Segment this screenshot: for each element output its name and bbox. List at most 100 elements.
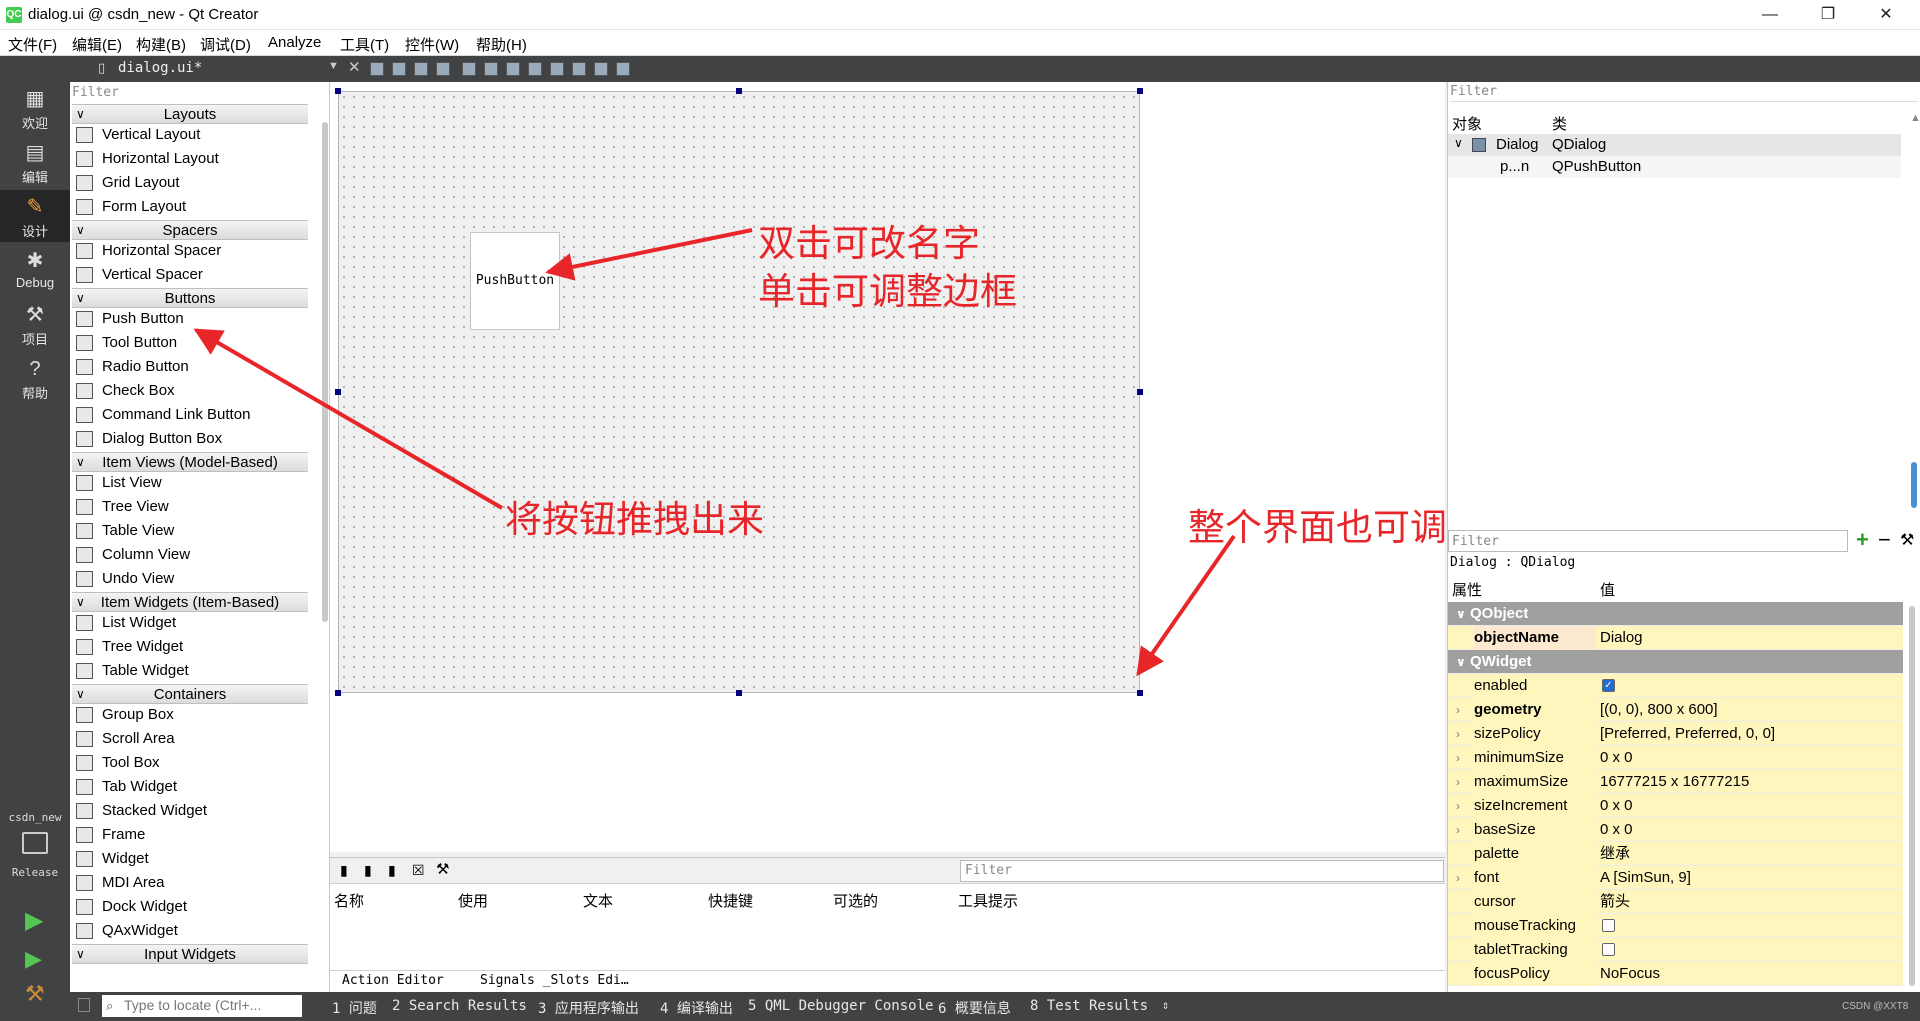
property-checkbox[interactable]: ✓: [1602, 679, 1615, 692]
property-list: ∨ QObject objectName Dialog ∨ QWidget enabled ✓…: [1448, 602, 1903, 992]
property-row[interactable]: › minimumSize 0 x 0: [1448, 746, 1903, 770]
property-row[interactable]: enabled ✓: [1448, 674, 1903, 698]
property-name: sizeIncrement: [1474, 794, 1596, 818]
col-class[interactable]: 类: [1552, 113, 1567, 134]
property-filter-input[interactable]: Filter: [1448, 530, 1848, 552]
property-group[interactable]: ∨ QObject: [1448, 602, 1903, 626]
status-bar: Type to locate (Ctrl+... ⌕ 1 问题 2 Search…: [70, 992, 1920, 1021]
chevron-right-icon[interactable]: ›: [1456, 866, 1460, 890]
property-value[interactable]: 0 x 0: [1600, 746, 1633, 770]
property-value[interactable]: 16777215 x 16777215: [1600, 770, 1749, 794]
property-value[interactable]: NoFocus: [1600, 962, 1660, 986]
property-value[interactable]: [(0, 0), 800 x 600]: [1600, 698, 1718, 722]
property-value[interactable]: 0 x 0: [1600, 818, 1633, 842]
col-text[interactable]: 文本: [583, 890, 613, 911]
property-name: cursor: [1474, 890, 1596, 914]
configure-action-icon[interactable]: ⚒: [436, 860, 449, 878]
add-property-icon[interactable]: +: [1856, 527, 1869, 553]
locator-input[interactable]: Type to locate (Ctrl+...: [102, 995, 302, 1017]
col-tooltip[interactable]: 工具提示: [958, 890, 1018, 911]
property-row[interactable]: focusPolicy NoFocus: [1448, 962, 1903, 986]
tab-action-editor[interactable]: Action Editor: [342, 973, 444, 988]
scroll-up-icon[interactable]: ▲: [1910, 112, 1920, 124]
property-row[interactable]: palette 继承: [1448, 842, 1903, 866]
col-checkable[interactable]: 可选的: [833, 890, 878, 911]
property-row[interactable]: › sizeIncrement 0 x 0: [1448, 794, 1903, 818]
property-row[interactable]: cursor 箭头: [1448, 890, 1903, 914]
search-icon: ⌕: [106, 998, 114, 1013]
property-name: palette: [1474, 842, 1596, 866]
chevron-down-icon[interactable]: ∨: [1456, 650, 1466, 674]
chevron-right-icon[interactable]: ›: [1456, 698, 1460, 722]
property-row[interactable]: › font A [SimSun, 9]: [1448, 866, 1903, 890]
pane-test-results[interactable]: 8 Test Results: [1030, 998, 1148, 1014]
property-checkbox[interactable]: [1602, 943, 1615, 956]
tree-row-dialog[interactable]: ∨ Dialog QDialog: [1448, 134, 1901, 156]
paste-action-icon[interactable]: ▮: [388, 862, 396, 879]
pane-general-messages[interactable]: 6 概要信息: [938, 998, 1011, 1018]
property-row[interactable]: objectName Dialog: [1448, 626, 1903, 650]
object-scrollbar[interactable]: [1911, 462, 1917, 508]
sidebar-toggle-icon[interactable]: [78, 998, 90, 1012]
chevron-right-icon[interactable]: ›: [1456, 770, 1460, 794]
group-label: QWidget: [1470, 653, 1532, 670]
property-name: tabletTracking: [1474, 938, 1596, 962]
delete-action-icon[interactable]: ☒: [412, 862, 425, 879]
object-inspector: Filter 对象 类 ∨ Dialog QDialog p...n QPush…: [1447, 82, 1920, 530]
property-value[interactable]: 0 x 0: [1600, 794, 1633, 818]
dialog-icon: [1472, 138, 1486, 152]
chevron-down-icon[interactable]: ∨: [1454, 136, 1463, 150]
remove-property-icon[interactable]: −: [1878, 527, 1891, 553]
property-row[interactable]: › baseSize 0 x 0: [1448, 818, 1903, 842]
configure-property-icon[interactable]: ⚒: [1900, 530, 1914, 550]
property-value[interactable]: [Preferred, Preferred, 0, 0]: [1600, 722, 1775, 746]
arrow-to-form-corner: [1136, 534, 1236, 677]
property-name: objectName: [1474, 626, 1596, 650]
chevron-right-icon[interactable]: ›: [1456, 746, 1460, 770]
chevron-down-icon[interactable]: ∨: [1456, 602, 1466, 626]
group-label: QObject: [1470, 605, 1529, 622]
col-value[interactable]: 值: [1600, 579, 1615, 600]
property-row[interactable]: › maximumSize 16777215 x 16777215: [1448, 770, 1903, 794]
tab-signals-slots[interactable]: Signals _Slots Edi…: [480, 973, 629, 988]
property-checkbox[interactable]: [1602, 919, 1615, 932]
chevron-right-icon[interactable]: ›: [1456, 722, 1460, 746]
property-group[interactable]: ∨ QWidget: [1448, 650, 1903, 674]
property-value[interactable]: 继承: [1600, 842, 1630, 866]
property-row[interactable]: mouseTracking: [1448, 914, 1903, 938]
pane-issues[interactable]: 1 问题: [332, 998, 377, 1018]
pane-compile-output[interactable]: 4 编译输出: [660, 998, 733, 1018]
chevron-right-icon[interactable]: ›: [1456, 794, 1460, 818]
property-name: focusPolicy: [1474, 962, 1596, 986]
property-value[interactable]: Dialog: [1600, 626, 1643, 650]
property-name: minimumSize: [1474, 746, 1596, 770]
copy-action-icon[interactable]: ▮: [364, 862, 372, 879]
property-scrollbar[interactable]: [1909, 606, 1915, 986]
object-class: QPushButton: [1552, 158, 1642, 175]
col-used[interactable]: 使用: [458, 890, 488, 911]
property-name: sizePolicy: [1474, 722, 1596, 746]
col-name[interactable]: 名称: [334, 890, 364, 911]
property-row[interactable]: tabletTracking: [1448, 938, 1903, 962]
property-value[interactable]: 箭头: [1600, 890, 1630, 914]
pane-app-output[interactable]: 3 应用程序输出: [538, 998, 639, 1018]
col-shortcut[interactable]: 快捷键: [708, 890, 753, 911]
new-action-icon[interactable]: ▮: [340, 862, 348, 879]
tree-row-pushbutton[interactable]: p...n QPushButton: [1448, 156, 1901, 178]
col-object[interactable]: 对象: [1452, 113, 1482, 134]
property-value[interactable]: A [SimSun, 9]: [1600, 866, 1691, 890]
property-name: font: [1474, 866, 1596, 890]
object-class: QDialog: [1552, 136, 1607, 153]
property-row[interactable]: › geometry [(0, 0), 800 x 600]: [1448, 698, 1903, 722]
pane-chooser-icon[interactable]: ⇕: [1162, 998, 1169, 1012]
action-filter-input[interactable]: Filter: [960, 860, 1444, 882]
property-row[interactable]: › sizePolicy [Preferred, Preferred, 0, 0]: [1448, 722, 1903, 746]
object-filter-input[interactable]: Filter: [1450, 84, 1918, 102]
property-name: mouseTracking: [1474, 914, 1596, 938]
col-property[interactable]: 属性: [1452, 579, 1482, 600]
pane-qml-console[interactable]: 5 QML Debugger Console: [748, 998, 933, 1014]
chevron-right-icon[interactable]: ›: [1456, 818, 1460, 842]
arrow-to-push-button-item: [193, 328, 504, 510]
arrow-to-pushbutton: [545, 228, 753, 281]
pane-search-results[interactable]: 2 Search Results: [392, 998, 527, 1014]
